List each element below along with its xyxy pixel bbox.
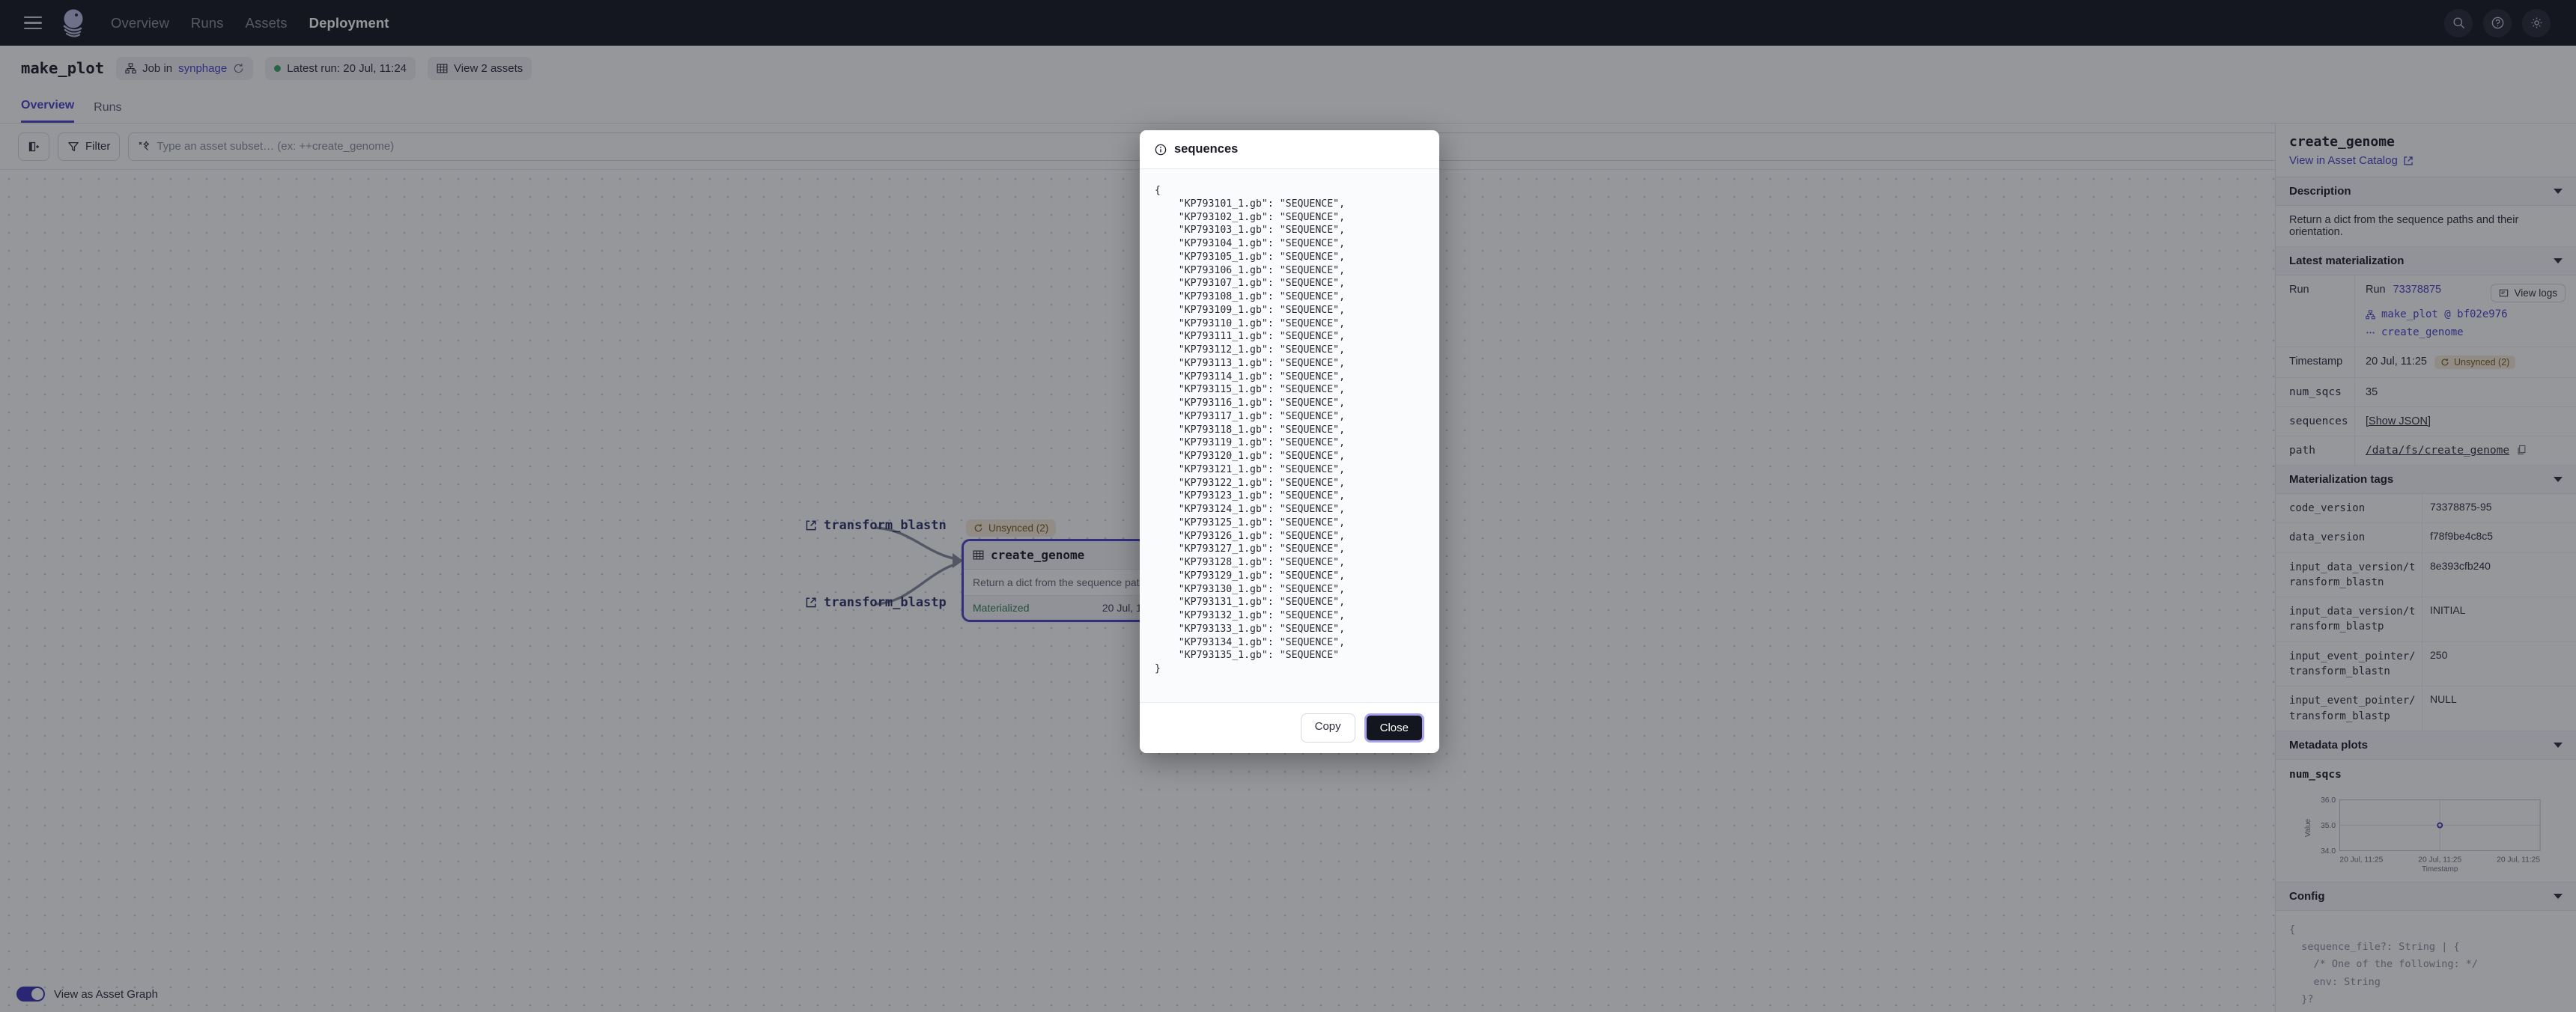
dialog-header: sequences <box>1140 130 1439 169</box>
dialog-json-content[interactable]: { "KP793101_1.gb": "SEQUENCE", "KP793102… <box>1140 169 1439 702</box>
close-button[interactable]: Close <box>1364 713 1424 743</box>
sequences-json-dialog: sequences { "KP793101_1.gb": "SEQUENCE",… <box>1140 130 1439 753</box>
dialog-title: sequences <box>1174 142 1239 156</box>
copy-button[interactable]: Copy <box>1300 713 1355 743</box>
dialog-footer: Copy Close <box>1140 702 1439 753</box>
info-icon <box>1155 144 1167 155</box>
app-root: Overview Runs Assets Deployment make_plo… <box>0 0 2576 1012</box>
